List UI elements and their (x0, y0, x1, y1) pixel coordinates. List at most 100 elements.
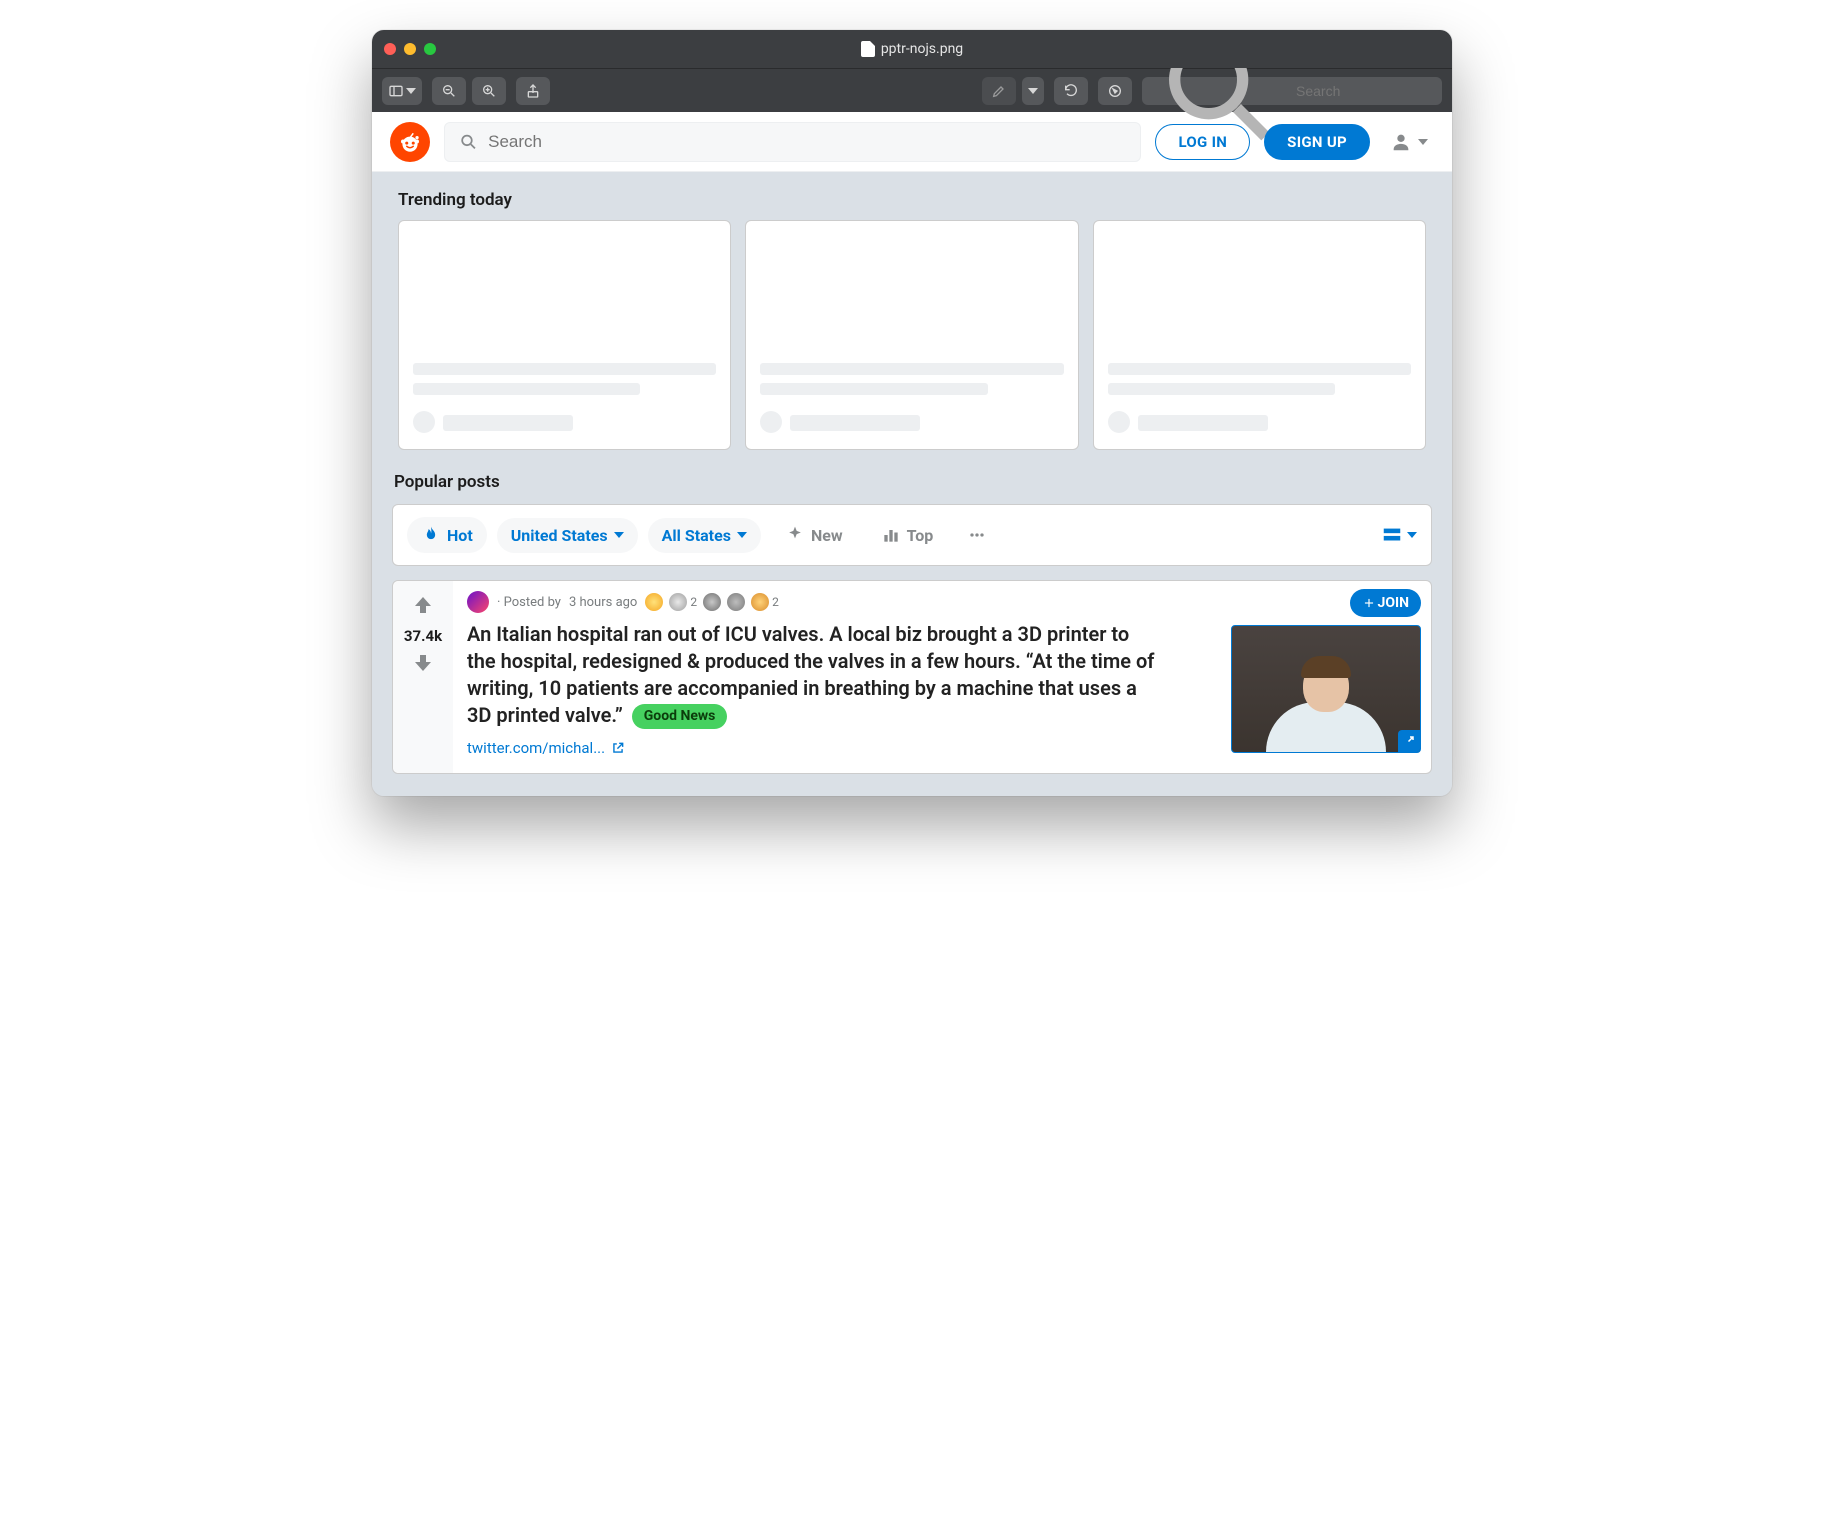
post-age: 3 hours ago (569, 595, 637, 610)
post-external-link[interactable]: twitter.com/michal... (467, 739, 625, 757)
skeleton-line (790, 415, 920, 431)
filter-hot-label: Hot (447, 526, 473, 545)
filter-country[interactable]: United States (497, 518, 638, 553)
markup-button[interactable] (1098, 77, 1132, 105)
external-link-icon (1403, 735, 1415, 747)
zoom-out-button[interactable] (432, 77, 466, 105)
reddit-icon (397, 129, 423, 155)
filter-more-button[interactable] (957, 517, 997, 553)
skeleton-line (760, 363, 1063, 375)
skeleton-line (1108, 383, 1335, 395)
share-button[interactable] (516, 77, 550, 105)
arrow-up-icon (411, 593, 435, 617)
sparkle-icon (785, 525, 805, 545)
award-count: 2 (772, 595, 779, 609)
popular-heading: Popular posts (372, 468, 1452, 504)
macos-titlebar: pptr-nojs.png (372, 30, 1452, 68)
window-title: pptr-nojs.png (372, 41, 1452, 57)
signup-button[interactable]: SIGN UP (1264, 124, 1370, 160)
macos-search-input[interactable] (1296, 83, 1432, 99)
post-awards: 2 2 (645, 593, 779, 611)
skeleton-line (1138, 415, 1268, 431)
skeleton-avatar (413, 411, 435, 433)
login-button[interactable]: LOG IN (1155, 124, 1250, 160)
post-title[interactable]: An Italian hospital ran out of ICU valve… (467, 621, 1157, 729)
macos-toolbar (372, 68, 1452, 112)
trending-card-placeholder[interactable] (398, 220, 731, 450)
join-label: JOIN (1378, 595, 1409, 611)
skeleton-line (760, 383, 987, 395)
chevron-down-icon (1028, 88, 1038, 94)
user-menu-button[interactable] (1384, 127, 1434, 157)
dots-icon (967, 525, 987, 545)
external-link-badge[interactable] (1398, 730, 1420, 752)
downvote-button[interactable] (409, 649, 437, 681)
plus-icon (1362, 596, 1376, 610)
arrow-down-icon (411, 651, 435, 675)
post-body: · Posted by 3 hours ago 2 2 JOIN (453, 581, 1431, 773)
upvote-button[interactable] (409, 591, 437, 623)
award-icon[interactable] (703, 593, 721, 611)
maximize-window-button[interactable] (424, 43, 436, 55)
macos-window: pptr-nojs.png (372, 30, 1452, 796)
site-search-input[interactable] (488, 132, 1126, 152)
minimize-window-button[interactable] (404, 43, 416, 55)
post-link-text: twitter.com/michal... (467, 739, 605, 757)
skeleton-line (443, 415, 573, 431)
search-icon (459, 132, 478, 152)
trending-heading: Trending today (372, 172, 1452, 220)
flame-icon (421, 525, 441, 545)
vote-score: 37.4k (404, 627, 442, 645)
skeleton-line (413, 383, 640, 395)
vote-column: 37.4k (393, 581, 453, 773)
trending-cards (372, 220, 1452, 468)
skeleton-line (1108, 363, 1411, 375)
macos-search[interactable] (1142, 77, 1442, 105)
site-search[interactable] (444, 122, 1141, 162)
chevron-down-icon (406, 88, 416, 94)
award-icon[interactable] (645, 593, 663, 611)
edit-dropdown-button[interactable] (1022, 77, 1044, 105)
post-thumbnail[interactable] (1231, 625, 1421, 753)
filter-region-label: All States (662, 526, 731, 545)
award-icon[interactable] (751, 593, 769, 611)
view-mode-toggle[interactable] (1381, 524, 1417, 546)
chevron-down-icon (737, 532, 747, 538)
subreddit-avatar[interactable] (467, 591, 489, 613)
window-title-text: pptr-nojs.png (881, 41, 963, 57)
chevron-down-icon (1407, 532, 1417, 538)
external-link-icon (611, 741, 625, 755)
chevron-down-icon (614, 532, 624, 538)
window-controls (384, 43, 436, 55)
award-icon[interactable] (669, 593, 687, 611)
zoom-in-button[interactable] (472, 77, 506, 105)
posted-by-prefix: · Posted by (497, 595, 561, 610)
site-header: LOG IN SIGN UP (372, 112, 1452, 172)
page-content: LOG IN SIGN UP Trending today (372, 112, 1452, 796)
card-view-icon (1381, 524, 1403, 546)
post-flair[interactable]: Good News (632, 704, 728, 729)
filter-country-label: United States (511, 526, 608, 545)
filter-new-label: New (811, 526, 843, 545)
filter-new[interactable]: New (771, 517, 857, 553)
close-window-button[interactable] (384, 43, 396, 55)
reddit-logo[interactable] (390, 122, 430, 162)
trending-card-placeholder[interactable] (1093, 220, 1426, 450)
filter-region[interactable]: All States (648, 518, 761, 553)
filter-hot[interactable]: Hot (407, 517, 487, 553)
award-icon[interactable] (727, 593, 745, 611)
trending-card-placeholder[interactable] (745, 220, 1078, 450)
skeleton-avatar (1108, 411, 1130, 433)
skeleton-avatar (760, 411, 782, 433)
edit-button[interactable] (982, 77, 1016, 105)
filter-top[interactable]: Top (867, 517, 948, 553)
bar-chart-icon (881, 525, 901, 545)
rotate-button[interactable] (1054, 77, 1088, 105)
join-button[interactable]: JOIN (1350, 589, 1421, 617)
user-icon (1390, 131, 1412, 153)
post-card[interactable]: 37.4k · Posted by 3 hours ago 2 (392, 580, 1432, 774)
sidebar-toggle-button[interactable] (382, 77, 422, 105)
post-meta: · Posted by 3 hours ago 2 2 (467, 591, 1417, 613)
chevron-down-icon (1418, 139, 1428, 145)
post-title-text: An Italian hospital ran out of ICU valve… (467, 622, 1154, 727)
